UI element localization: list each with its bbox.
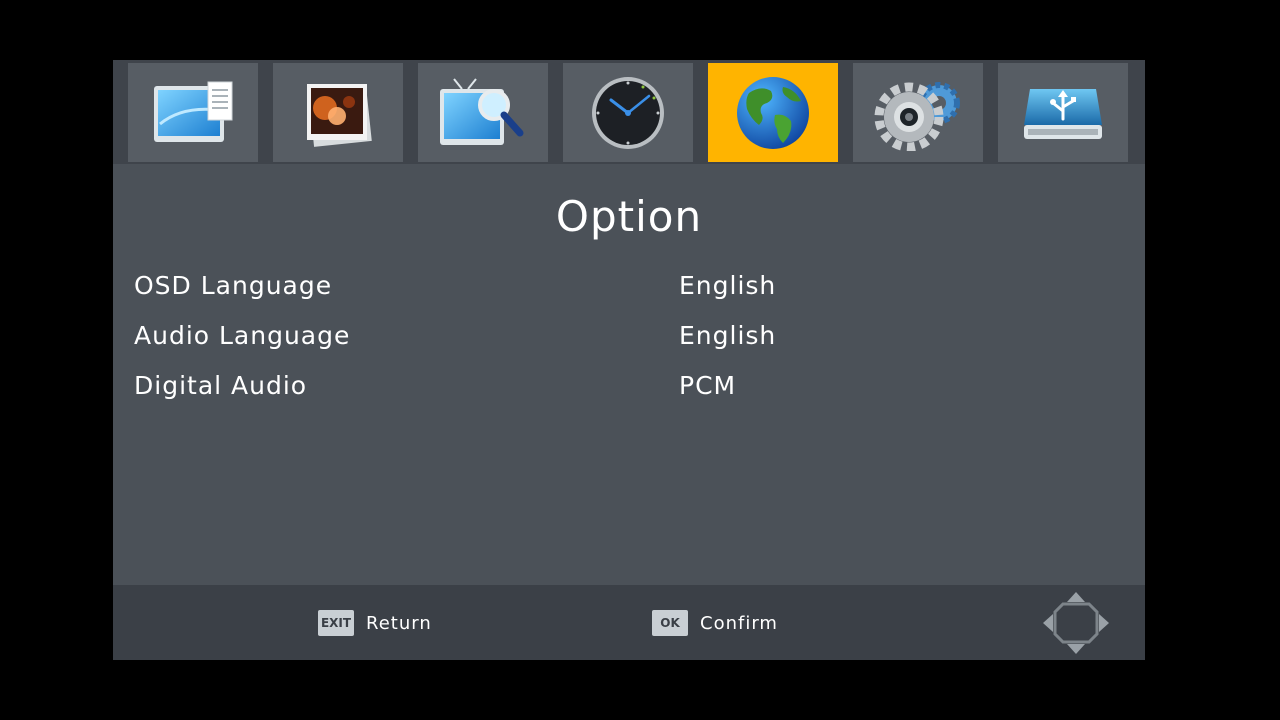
option-row-digital-audio[interactable]: Digital Audio PCM	[134, 365, 1134, 405]
option-label: Digital Audio	[134, 371, 308, 400]
tab-usb[interactable]	[998, 63, 1128, 162]
tab-picture[interactable]	[273, 63, 403, 162]
tab-option[interactable]	[708, 63, 838, 162]
tv-search-icon	[440, 77, 524, 145]
tab-time[interactable]	[563, 63, 693, 162]
exit-key-badge: EXIT	[318, 610, 354, 636]
page-title: Option	[555, 192, 703, 241]
monitor-document-icon	[154, 81, 233, 142]
clock-icon	[592, 76, 664, 149]
option-value: English	[679, 321, 777, 350]
usb-drive-icon	[1024, 88, 1102, 139]
option-label: Audio Language	[134, 321, 351, 350]
ok-key-badge: OK	[652, 610, 688, 636]
option-label: OSD Language	[134, 271, 333, 300]
tab-system[interactable]	[853, 63, 983, 162]
return-label: Return	[366, 612, 432, 634]
option-row-osd-language[interactable]: OSD Language English	[134, 265, 1134, 305]
confirm-label: Confirm	[700, 612, 778, 634]
photo-icon	[307, 83, 372, 147]
menu-tab-bar	[113, 60, 1145, 164]
option-value: English	[679, 271, 777, 300]
tab-channel-manager[interactable]	[128, 63, 258, 162]
hint-return: EXIT Return	[318, 609, 432, 637]
tab-channel-search[interactable]	[418, 63, 548, 162]
hint-confirm: OK Confirm	[652, 609, 778, 637]
option-value: PCM	[679, 371, 737, 400]
globe-icon	[737, 76, 809, 149]
option-screen: Option OSD Language English Audio Langua…	[113, 60, 1145, 660]
option-row-audio-language[interactable]: Audio Language English	[134, 315, 1134, 355]
gear-icon	[874, 81, 960, 151]
footer-hint-bar: EXIT Return OK Confirm	[113, 585, 1145, 660]
dpad-arrows-icon	[1043, 592, 1109, 654]
